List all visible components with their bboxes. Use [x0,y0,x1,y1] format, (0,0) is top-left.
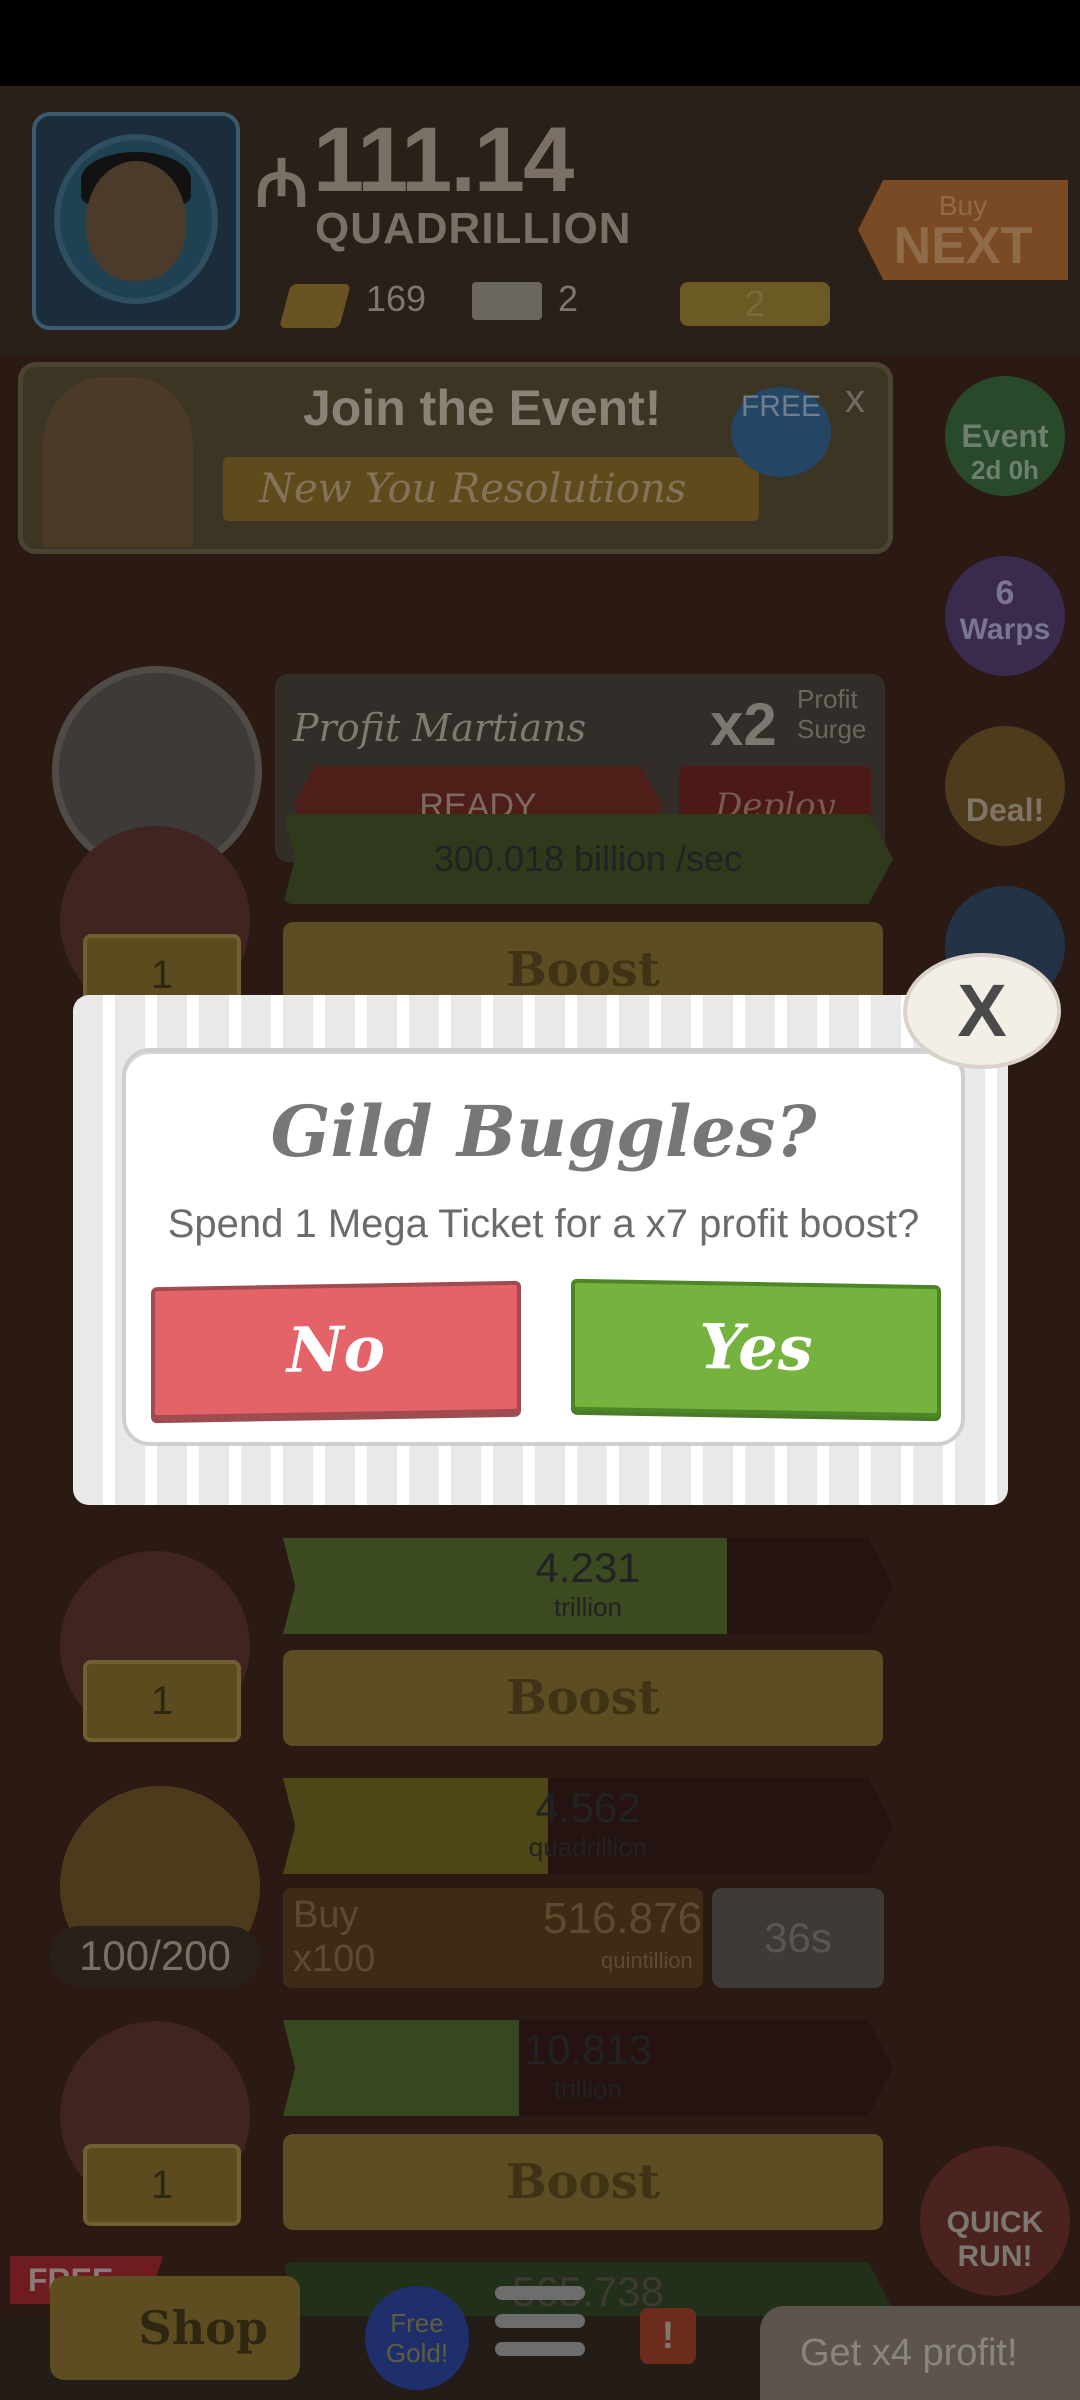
buy-next-button[interactable]: Buy NEXT [858,180,1068,280]
event-badge-timer: 2d 0h [971,455,1039,485]
free-gold-badge: FREE [731,387,831,477]
money-value: 111.14 [313,109,574,211]
menu-line [495,2286,585,2300]
deal-badge[interactable]: Deal! [945,726,1065,846]
gold-count: 169 [366,278,427,319]
no-button[interactable]: No [151,1280,521,1420]
gild-dialog: Gild Buggles? Spend 1 Mega Ticket for a … [122,1048,965,1446]
business-progress-bar: 4.562 quadrillion [283,1778,893,1874]
business-value: 4.231 [535,1544,641,1591]
profit-multiplier: x2 [710,691,777,758]
cooldown-timer: 36s [712,1888,884,1988]
business-owned: 100/200 [50,1926,260,1986]
business-rate: 300.018 billion /sec [433,838,743,879]
buy-cost-unit: quintillion [601,1948,693,1973]
ticket-count: 2 [558,278,579,319]
menu-line [495,2342,585,2356]
event-title: Join the Event! [303,380,662,436]
get-x4-profit-button[interactable]: Get x4 profit! [760,2306,1080,2400]
free-gold-label: Free Gold! [385,2308,449,2368]
business-unit: quadrillion [528,1832,648,1862]
quick-run-label: QUICK RUN! [946,2206,1044,2273]
deal-label: Deal! [965,792,1045,828]
business-value: 10.813 [523,2026,653,2073]
surge-line-2: Surge [797,714,867,744]
profit-martians-title: Profit Martians [293,706,587,750]
next-label: NEXT [893,217,1033,275]
event-banner[interactable]: Join the Event! New You Resolutions FREE… [18,362,893,554]
business-value: 4.562 [535,1784,641,1831]
surge-line-1: Profit [797,684,858,714]
free-badge-label: FREE [740,390,821,423]
player-avatar[interactable] [32,112,240,330]
buy-qty: x100 [293,1938,376,1980]
dialog-message: Spend 1 Mega Ticket for a x7 profit boos… [167,1202,920,1246]
gold-bar-icon [279,284,351,328]
boost-button[interactable]: Boost [283,2134,883,2230]
menu-icon[interactable] [495,2286,585,2376]
event-character [43,377,193,547]
business-unit: trillion [554,2074,622,2104]
boost-button[interactable]: Boost [283,1650,883,1746]
dialog-close-button[interactable]: X [903,953,1061,1069]
status-bar [0,0,1080,86]
avatar-face [86,161,186,281]
buy-cost: 516.876 [543,1894,703,1943]
business-progress-bar: 10.813 trillion [283,2020,893,2116]
buy-x100-button[interactable]: Buy x100 516.876 quintillion [283,1888,703,1988]
money-unit: QUADRILLION [315,204,632,253]
buy-label: Buy [938,190,988,221]
warps-badge[interactable]: 6 Warps [945,556,1065,676]
business-unit: trillion [554,1592,622,1622]
event-subtitle: New You Resolutions [223,457,759,521]
business-rate-bar: 300.018 billion /sec [283,814,893,904]
free-gold-button[interactable]: Free Gold! [365,2286,469,2390]
mega-ticket-count: 2 [744,283,766,324]
mega-ticket-badge: 2 [680,282,830,326]
warps-label: Warps [959,613,1051,646]
currency-symbol: ₼ [255,146,309,220]
shop-button[interactable]: Shop [50,2276,300,2380]
business-progress-bar: 4.231 trillion [283,1538,893,1634]
business-count: 1 [83,2144,241,2226]
profit-surge-label: Profit Surge [797,684,866,744]
warps-count: 6 [995,574,1015,612]
business-count: 1 [83,1660,241,1742]
buy-label: Buy [293,1894,359,1936]
event-badge[interactable]: Event 2d 0h [945,376,1065,496]
ticket-icon [472,282,542,320]
event-badge-label: Event [961,418,1049,454]
dialog-title: Gild Buggles? [270,1090,817,1173]
alert-icon[interactable]: ! [640,2308,696,2364]
menu-line [495,2314,585,2328]
event-close-icon[interactable]: x [845,377,865,422]
money-display: ₼ 111.14 QUADRILLION [255,108,631,253]
yes-button[interactable]: Yes [571,1278,941,1418]
